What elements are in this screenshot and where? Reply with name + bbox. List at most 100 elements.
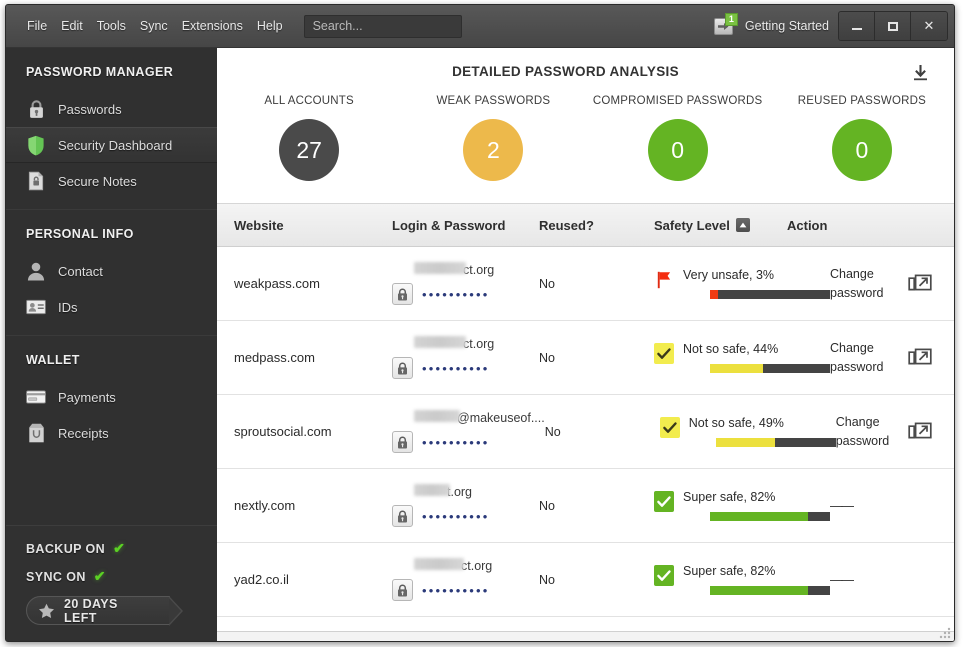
- safety-level-label: Super safe, 82%: [683, 564, 776, 578]
- change-password-link[interactable]: Change password: [836, 413, 908, 449]
- sidebar-item-contact[interactable]: Contact: [6, 253, 217, 289]
- lock-icon[interactable]: [392, 579, 413, 601]
- table-row[interactable]: sproutsocial.com @makeuseof.... ••••••••••…: [217, 395, 954, 469]
- resize-grip[interactable]: [938, 626, 952, 640]
- table-row[interactable]: yad2.co.il ct.org •••••••••• No Super safe, …: [217, 543, 954, 617]
- stat-compromised-passwords: COMPROMISED PASSWORDS 0: [586, 95, 770, 181]
- website-name: nextly.com: [234, 497, 296, 513]
- table-row[interactable]: weakpass.com ct.org •••••••••• No Very unsaf…: [217, 247, 954, 321]
- sidebar-item-ids[interactable]: IDs: [6, 289, 217, 325]
- table-header-row: Website Login & Password Reused? Safety …: [217, 204, 954, 247]
- lock-icon[interactable]: [392, 357, 413, 379]
- close-button[interactable]: ✕: [911, 12, 947, 40]
- sidebar-item-payments[interactable]: Payments: [6, 379, 217, 415]
- cell-action: Change password: [830, 265, 954, 301]
- login-email-tail: ct.org: [461, 559, 493, 573]
- safety-texts: Not so safe, 49%: [689, 416, 836, 447]
- credit-card-icon: [26, 386, 46, 408]
- website-name: yad2.co.il: [234, 571, 289, 587]
- column-header-action[interactable]: Action: [787, 218, 954, 233]
- search-input[interactable]: [303, 14, 462, 38]
- safety-level-label: Very unsafe, 3%: [683, 268, 775, 282]
- action-placeholder: ——: [830, 498, 854, 513]
- masked-password: ••••••••••: [422, 508, 490, 524]
- cell-reused: No: [539, 349, 654, 367]
- sidebar-item-passwords[interactable]: Passwords: [6, 91, 217, 127]
- password-line: ••••••••••: [392, 431, 545, 453]
- launch-window-icon[interactable]: [908, 347, 932, 369]
- menu-item-tools[interactable]: Tools: [90, 15, 133, 37]
- sidebar-footer: BACKUP ON ✔ SYNC ON ✔ 20 DAYS LEFT: [6, 525, 217, 641]
- person-icon: [26, 260, 46, 282]
- table-scroll-area[interactable]: weakpass.com ct.org •••••••••• No Very unsaf…: [217, 247, 954, 631]
- lock-icon[interactable]: [392, 505, 413, 527]
- maximize-icon: [887, 21, 898, 31]
- application-window: FileEditToolsSyncExtensionsHelp 1 Gettin…: [5, 4, 955, 642]
- minimize-button[interactable]: [839, 12, 875, 40]
- notification-badge: 1: [724, 13, 738, 26]
- safety-level-bar: [710, 512, 830, 521]
- receipt-bag-icon: [26, 422, 46, 444]
- safety-wrap: Super safe, 82%: [654, 490, 830, 521]
- lock-icon[interactable]: [392, 283, 413, 305]
- sidebar-item-label: Receipts: [58, 425, 109, 441]
- launch-window-icon[interactable]: [908, 273, 932, 295]
- column-header-login[interactable]: Login & Password: [392, 218, 539, 233]
- safety-level-bar: [710, 290, 830, 299]
- title-bar: FileEditToolsSyncExtensionsHelp 1 Gettin…: [6, 5, 954, 48]
- cell-safety-level: Not so safe, 44%: [654, 342, 830, 373]
- login-block: @makeuseof.... ••••••••••: [392, 410, 545, 453]
- password-table-body: weakpass.com ct.org •••••••••• No Very unsaf…: [217, 247, 954, 617]
- trial-days-left-button[interactable]: 20 DAYS LEFT: [26, 596, 183, 626]
- reused-value: No: [544, 424, 561, 439]
- green-check-icon: [654, 565, 674, 586]
- sync-check-icon: ✔: [93, 568, 106, 584]
- getting-started-label: Getting Started: [744, 19, 829, 33]
- table-row[interactable]: medpass.com ct.org •••••••••• No Not so safe…: [217, 321, 954, 395]
- reused-value: No: [539, 276, 555, 291]
- menu-item-sync[interactable]: Sync: [133, 15, 175, 37]
- menu-bar: File Edit Tools Sync Extensions Help: [20, 15, 290, 37]
- table-row[interactable]: nextly.com t.org •••••••••• No Super safe, 8…: [217, 469, 954, 543]
- redacted-username: [414, 558, 464, 570]
- download-icon[interactable]: [908, 62, 932, 86]
- maximize-button[interactable]: [875, 12, 911, 40]
- login-email-tail: @makeuseof....: [457, 411, 545, 425]
- safety-level-bar-fill: [710, 364, 763, 373]
- launch-window-icon[interactable]: [908, 421, 932, 443]
- column-header-reused[interactable]: Reused?: [539, 218, 654, 233]
- menu-item-help[interactable]: Help: [250, 15, 290, 37]
- website-name: weakpass.com: [234, 275, 320, 291]
- sidebar-item-label: Security Dashboard: [58, 137, 173, 153]
- action-placeholder: ——: [830, 572, 854, 587]
- sidebar-item-receipts[interactable]: Receipts: [6, 415, 217, 451]
- login-email: ct.org: [392, 558, 539, 573]
- cell-login-password: ct.org ••••••••••: [392, 262, 539, 305]
- masked-password: ••••••••••: [422, 360, 490, 376]
- safety-level-label: Not so safe, 49%: [688, 416, 784, 430]
- menu-item-extensions[interactable]: Extensions: [175, 15, 250, 37]
- redacted-username: [414, 484, 450, 496]
- lock-icon[interactable]: [392, 431, 413, 453]
- cell-safety-level: Super safe, 82%: [654, 490, 830, 521]
- getting-started-button[interactable]: 1 Getting Started: [713, 5, 829, 47]
- website-name: medpass.com: [234, 349, 315, 365]
- login-block: t.org ••••••••••: [392, 484, 539, 527]
- sort-ascending-icon[interactable]: [735, 218, 750, 232]
- safety-level-bar-fill: [710, 290, 719, 299]
- menu-item-edit[interactable]: Edit: [54, 15, 90, 37]
- login-email: t.org: [392, 484, 539, 499]
- sidebar-item-security-dashboard[interactable]: Security Dashboard: [6, 127, 217, 163]
- change-password-link[interactable]: Change password: [830, 265, 908, 301]
- star-icon: [38, 603, 55, 619]
- column-header-safety[interactable]: Safety Level: [654, 218, 787, 233]
- column-header-website[interactable]: Website: [217, 218, 392, 233]
- sidebar-item-secure-notes[interactable]: Secure Notes: [6, 163, 217, 199]
- website-name: sproutsocial.com: [234, 423, 332, 439]
- redacted-username: [414, 262, 466, 274]
- login-email: @makeuseof....: [392, 410, 545, 425]
- menu-item-file[interactable]: File: [20, 15, 54, 37]
- safety-wrap: Very unsafe, 3%: [654, 268, 830, 299]
- change-password-link[interactable]: Change password: [830, 339, 908, 375]
